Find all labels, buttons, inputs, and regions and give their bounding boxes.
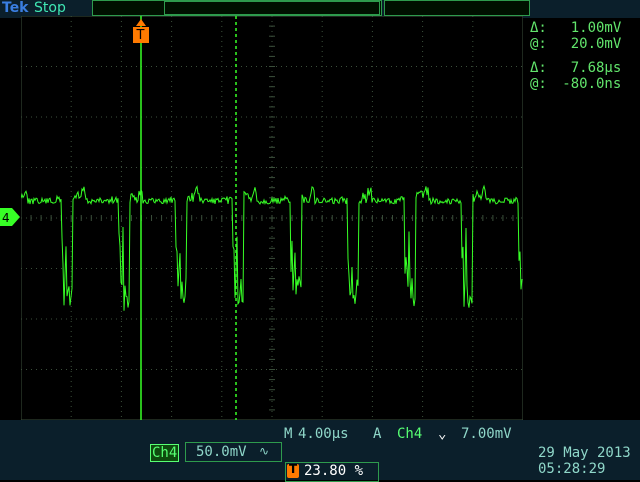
t-cursor-delta: Δ: 7.68µs [530,60,621,76]
trigger-slope-icon: ⌄ [438,426,447,442]
v-at-label: @: [530,36,547,52]
graticule [21,16,523,420]
record-window [164,1,380,15]
trigger-level[interactable]: 7.00mV [461,426,512,442]
v-cursor-delta: Δ: 1.00mV [530,20,621,36]
empty-top-box [384,0,530,16]
channel-scale[interactable]: 50.0mV [196,444,247,460]
timebase-value[interactable]: 4.00µs [298,426,349,442]
trigger-icon-label: T [289,462,298,476]
trigger-source[interactable]: Ch4 [397,426,422,442]
acquisition-status: Stop [34,0,66,16]
channel-marker-label: 4 [2,211,10,225]
waveform-plot[interactable] [21,16,523,420]
v-at-value: 20.0mV [570,36,622,52]
t-cursor-at: @: -80.0ns [530,76,621,92]
trigger-position-svg: T [133,19,149,43]
t-delta-value: 7.68µs [570,60,622,76]
v-delta-label: Δ: [530,20,547,36]
v-cursor-at: @: 20.0mV [530,36,621,52]
t-at-label: @: [530,76,547,92]
channel-marker[interactable]: 4 [0,208,20,226]
date-label: 29 May 2013 [538,445,631,461]
t-at-value: -80.0ns [562,76,622,92]
trigger-marker-label: T [136,28,145,43]
channel-tag[interactable]: Ch4 [150,444,180,462]
time-label: 05:28:29 [538,461,606,477]
coupling-icon: ∿ [259,444,270,458]
horizontal-label: M [284,426,293,442]
trigger-mode: A [373,426,382,442]
t-delta-label: Δ: [530,60,547,76]
trigger-position-icon[interactable]: T [133,19,149,43]
waveform-svg [21,16,523,420]
brand-label: Tek [2,0,29,16]
channel-marker-icon: 4 [0,208,20,226]
trigger-position-value: 23.80 % [304,463,364,479]
v-delta-value: 1.00mV [570,20,622,36]
